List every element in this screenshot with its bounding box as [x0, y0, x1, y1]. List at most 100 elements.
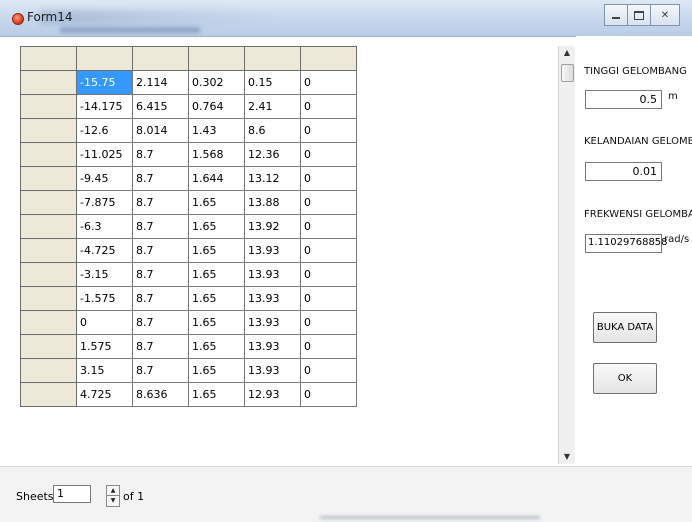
grid-cell[interactable]: 13.93	[244, 334, 301, 359]
grid-cell[interactable]: 8.7	[132, 262, 189, 287]
grid-cell[interactable]: 13.93	[244, 238, 301, 263]
grid-cell[interactable]: 0	[300, 334, 357, 359]
row-header-cell[interactable]	[20, 286, 77, 311]
grid-cell[interactable]: 13.93	[244, 310, 301, 335]
buka-data-button[interactable]: BUKA DATA	[593, 312, 657, 343]
row-header-cell[interactable]	[20, 310, 77, 335]
grid-cell[interactable]: 0.764	[188, 94, 245, 119]
grid-cell[interactable]: 6.415	[132, 94, 189, 119]
grid-cell[interactable]: 0	[300, 118, 357, 143]
grid-cell[interactable]: -3.15	[76, 262, 133, 287]
grid-cell[interactable]: 13.93	[244, 286, 301, 311]
grid-cell[interactable]: 2.41	[244, 94, 301, 119]
row-header-cell[interactable]	[20, 190, 77, 215]
grid-cell[interactable]: 0	[300, 166, 357, 191]
grid-cell[interactable]: 1.65	[188, 190, 245, 215]
grid-cell[interactable]: 0	[300, 142, 357, 167]
grid-cell[interactable]: 1.65	[188, 214, 245, 239]
row-header-cell[interactable]	[20, 70, 77, 95]
row-header-cell[interactable]	[20, 262, 77, 287]
grid-cell[interactable]: 1.65	[188, 310, 245, 335]
column-header-cell[interactable]	[188, 46, 245, 71]
grid-cell[interactable]: 0	[300, 262, 357, 287]
grid-cell[interactable]: 0	[300, 238, 357, 263]
grid-cell[interactable]: -9.45	[76, 166, 133, 191]
row-header-cell[interactable]	[20, 382, 77, 407]
frekwensi-gelombang-input[interactable]: 1.11029768858	[585, 234, 668, 253]
grid-cell[interactable]: -1.575	[76, 286, 133, 311]
column-header-cell[interactable]	[132, 46, 189, 71]
grid-cell[interactable]: 8.7	[132, 166, 189, 191]
grid-cell[interactable]: 13.93	[244, 358, 301, 383]
row-header-cell[interactable]	[20, 238, 77, 263]
grid-cell[interactable]: 13.92	[244, 214, 301, 239]
grid-cell[interactable]: 0.15	[244, 70, 301, 95]
grid-cell[interactable]: 8.7	[132, 358, 189, 383]
grid-cell[interactable]: 0	[300, 70, 357, 95]
column-header-cell[interactable]	[76, 46, 133, 71]
grid-cell[interactable]: 12.36	[244, 142, 301, 167]
minimize-button[interactable]	[604, 4, 628, 26]
grid-cell[interactable]: 1.65	[188, 262, 245, 287]
grid-cell[interactable]: 4.725	[76, 382, 133, 407]
row-header-cell[interactable]	[20, 142, 77, 167]
maximize-button[interactable]	[628, 4, 651, 26]
scroll-down-icon[interactable]: ▼	[559, 450, 575, 464]
grid-cell[interactable]: 8.6	[244, 118, 301, 143]
grid-cell[interactable]: 8.7	[132, 190, 189, 215]
tinggi-gelombang-input[interactable]: 0.5	[585, 90, 662, 109]
grid-cell[interactable]: 1.65	[188, 358, 245, 383]
grid-cell[interactable]: 1.568	[188, 142, 245, 167]
sheets-input[interactable]: 1	[53, 485, 91, 503]
grid-cell[interactable]: 8.7	[132, 142, 189, 167]
column-header-cell[interactable]	[244, 46, 301, 71]
grid-cell[interactable]: -11.025	[76, 142, 133, 167]
close-button[interactable]: ✕	[651, 4, 680, 26]
grid-cell[interactable]: 8.636	[132, 382, 189, 407]
kelandaian-gelombang-input[interactable]: 0.01	[585, 162, 662, 181]
grid-cell[interactable]: 0	[300, 358, 357, 383]
grid-cell[interactable]: 0	[300, 310, 357, 335]
grid-cell[interactable]: 1.65	[188, 238, 245, 263]
grid-cell[interactable]: 0	[300, 214, 357, 239]
scroll-thumb[interactable]	[561, 64, 574, 82]
column-header-cell[interactable]	[300, 46, 357, 71]
grid-cell[interactable]: -7.875	[76, 190, 133, 215]
grid-cell[interactable]: 13.93	[244, 262, 301, 287]
data-grid[interactable]: -15.75 2.114 0.302 0.15 0 -14.175 6.415 0.764 2.…	[20, 46, 572, 464]
row-header-cell[interactable]	[20, 94, 77, 119]
grid-cell[interactable]: 8.7	[132, 214, 189, 239]
spin-down-icon[interactable]: ▼	[107, 495, 119, 505]
row-header-cell[interactable]	[20, 118, 77, 143]
grid-cell[interactable]: -15.75	[76, 70, 133, 95]
grid-cell[interactable]: 8.014	[132, 118, 189, 143]
grid-cell[interactable]: 13.88	[244, 190, 301, 215]
grid-cell[interactable]: -12.6	[76, 118, 133, 143]
vertical-scrollbar[interactable]: ▲ ▼	[558, 46, 575, 464]
grid-cell[interactable]: 8.7	[132, 334, 189, 359]
grid-cell[interactable]: 0	[300, 190, 357, 215]
grid-cell[interactable]: 1.65	[188, 382, 245, 407]
grid-cell[interactable]: 13.12	[244, 166, 301, 191]
grid-cell[interactable]: 0	[300, 382, 357, 407]
grid-cell[interactable]: 8.7	[132, 310, 189, 335]
grid-cell[interactable]: 1.65	[188, 334, 245, 359]
ok-button[interactable]: OK	[593, 363, 657, 394]
grid-cell[interactable]: 0.302	[188, 70, 245, 95]
grid-cell[interactable]: 0	[300, 94, 357, 119]
grid-cell[interactable]: 8.7	[132, 286, 189, 311]
grid-cell[interactable]: 1.43	[188, 118, 245, 143]
grid-cell[interactable]: 3.15	[76, 358, 133, 383]
grid-cell[interactable]: 1.575	[76, 334, 133, 359]
row-header-cell[interactable]	[20, 358, 77, 383]
grid-cell[interactable]: 12.93	[244, 382, 301, 407]
grid-cell[interactable]: 1.644	[188, 166, 245, 191]
grid-cell[interactable]: -4.725	[76, 238, 133, 263]
grid-cell[interactable]: -14.175	[76, 94, 133, 119]
grid-cell[interactable]: 0	[300, 286, 357, 311]
grid-cell[interactable]: 2.114	[132, 70, 189, 95]
sheets-spinner[interactable]: ▲ ▼	[106, 485, 120, 507]
row-header-cell[interactable]	[20, 214, 77, 239]
spin-up-icon[interactable]: ▲	[107, 486, 119, 495]
scroll-up-icon[interactable]: ▲	[559, 46, 575, 60]
